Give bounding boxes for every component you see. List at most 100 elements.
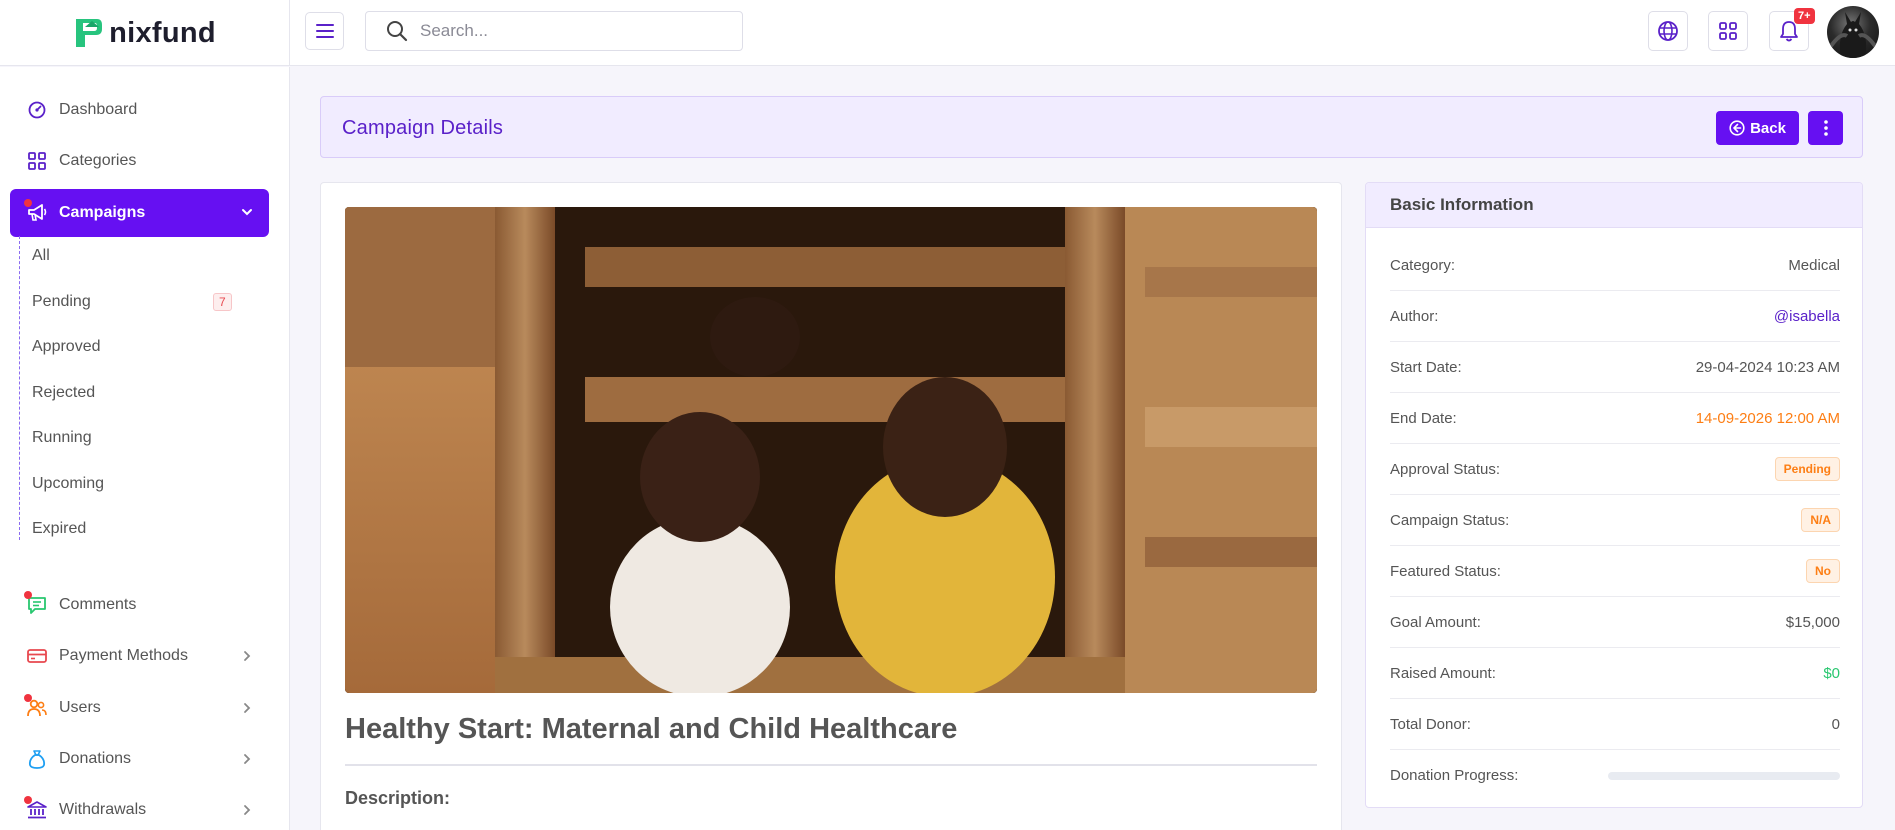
- notification-count-badge: 7+: [1794, 8, 1815, 24]
- total-donor-value: 0: [1831, 715, 1840, 733]
- info-row-goal-amount: Goal Amount: $15,000: [1390, 597, 1840, 648]
- sidebar-item-categories[interactable]: Categories: [10, 138, 269, 184]
- money-bag-icon: [27, 749, 47, 769]
- info-row-author: Author: @isabella: [1390, 291, 1840, 342]
- brand-logo[interactable]: nixfund: [0, 0, 290, 66]
- info-label: Total Donor:: [1390, 715, 1471, 733]
- info-label: Donation Progress:: [1390, 767, 1519, 784]
- info-row-campaign-status: Campaign Status: N/A: [1390, 495, 1840, 546]
- campaign-status-badge: N/A: [1801, 508, 1840, 532]
- sidebar-item-label: Users: [59, 699, 101, 716]
- info-label: Featured Status:: [1390, 562, 1501, 580]
- language-button[interactable]: [1648, 11, 1688, 51]
- sidebar: Dashboard Categories Campaigns All Pendi…: [0, 67, 290, 830]
- featured-status-badge: No: [1806, 559, 1840, 583]
- sidebar-item-withdrawals[interactable]: Withdrawals: [10, 787, 269, 830]
- info-row-featured-status: Featured Status: No: [1390, 546, 1840, 597]
- info-row-category: Category: Medical: [1390, 240, 1840, 291]
- info-label: Approval Status:: [1390, 460, 1501, 478]
- categories-grid-icon: [27, 151, 47, 171]
- back-button[interactable]: Back: [1716, 111, 1799, 145]
- goal-amount-value: $15,000: [1785, 613, 1840, 631]
- sidebar-item-payment-methods[interactable]: Payment Methods: [10, 633, 269, 679]
- alert-dot: [24, 796, 32, 804]
- end-date-value: 14-09-2026 12:00 AM: [1695, 409, 1840, 427]
- globe-icon: [1658, 21, 1678, 41]
- brand-name: nixfund: [109, 16, 216, 49]
- submenu-item-expired[interactable]: Expired: [32, 518, 86, 540]
- sidebar-item-comments[interactable]: Comments: [10, 582, 269, 628]
- comment-icon: [24, 591, 47, 615]
- dashboard-icon: [27, 100, 47, 120]
- info-label: Raised Amount:: [1390, 664, 1496, 682]
- alert-dot: [24, 694, 32, 702]
- raised-amount-value: $0: [1823, 664, 1840, 682]
- chevron-right-icon: [244, 651, 251, 661]
- sidebar-item-donations[interactable]: Donations: [10, 736, 269, 782]
- submenu-item-pending[interactable]: Pending: [32, 291, 91, 313]
- basic-info-card: Basic Information Category: Medical Auth…: [1365, 182, 1863, 808]
- search-input[interactable]: [420, 21, 720, 41]
- info-row-approval-status: Approval Status: Pending: [1390, 444, 1840, 495]
- info-row-start-date: Start Date: 29-04-2024 10:23 AM: [1390, 342, 1840, 393]
- donation-progress-bar: [1608, 771, 1840, 780]
- chevron-down-icon: [242, 209, 252, 216]
- info-label: Goal Amount:: [1390, 613, 1481, 631]
- info-row-donation-progress: Donation Progress:: [1390, 750, 1840, 801]
- users-icon: [24, 694, 47, 718]
- apps-button[interactable]: [1708, 11, 1748, 51]
- campaign-title: Healthy Start: Maternal and Child Health…: [345, 713, 958, 745]
- info-row-raised-amount: Raised Amount: $0: [1390, 648, 1840, 699]
- campaigns-submenu: All Pending 7 Approved Rejected Running …: [19, 236, 259, 540]
- submenu-item-upcoming[interactable]: Upcoming: [32, 473, 104, 495]
- sidebar-item-label: Categories: [59, 152, 137, 169]
- info-label: Start Date:: [1390, 358, 1462, 376]
- more-options-button[interactable]: [1808, 111, 1843, 145]
- circle-arrow-left-icon: [1729, 120, 1745, 136]
- notifications-button[interactable]: 7+: [1769, 8, 1815, 51]
- sidebar-item-users[interactable]: Users: [10, 685, 269, 731]
- sidebar-item-campaigns[interactable]: Campaigns: [10, 189, 269, 237]
- author-link[interactable]: @isabella: [1774, 308, 1840, 325]
- chevron-right-icon: [244, 754, 251, 764]
- chevron-right-icon: [244, 805, 251, 815]
- sidebar-item-label: Comments: [59, 596, 137, 613]
- info-label: Category:: [1390, 256, 1456, 274]
- search-bar: [365, 11, 743, 51]
- bank-icon: [24, 796, 47, 820]
- info-label: Campaign Status:: [1390, 511, 1510, 529]
- user-avatar[interactable]: [1827, 6, 1879, 58]
- sidebar-item-label: Dashboard: [59, 101, 138, 118]
- category-value: Medical: [1788, 256, 1840, 274]
- info-row-end-date: End Date: 14-09-2026 12:00 AM: [1390, 393, 1840, 444]
- top-header: nixfund Search... 7+: [0, 0, 1895, 66]
- sidebar-item-label: Campaigns: [59, 204, 146, 221]
- search-icon: [387, 21, 408, 42]
- description-label: Description:: [345, 788, 451, 808]
- submenu-item-rejected[interactable]: Rejected: [32, 382, 95, 404]
- pending-count-badge: 7: [213, 293, 232, 311]
- more-vertical-icon: [1823, 120, 1828, 136]
- info-label: End Date:: [1390, 409, 1457, 427]
- approval-status-badge: Pending: [1774, 457, 1840, 481]
- sidebar-item-dashboard[interactable]: Dashboard: [10, 87, 269, 133]
- megaphone-icon: [24, 199, 47, 223]
- logo-mark-icon: [76, 19, 103, 47]
- apps-grid-icon: [1719, 22, 1737, 40]
- sidebar-item-label: Payment Methods: [59, 647, 188, 664]
- sidebar-toggle-button[interactable]: [305, 12, 344, 50]
- campaign-detail-card: Healthy Start: Maternal and Child Health…: [320, 182, 1342, 830]
- page-title: Campaign Details: [342, 117, 504, 139]
- basic-info-heading: Basic Information: [1366, 183, 1862, 228]
- page-header: Campaign Details Back: [320, 96, 1863, 158]
- avatar-image: [1829, 12, 1877, 58]
- info-label: Author:: [1390, 307, 1439, 325]
- campaign-image: [345, 207, 1317, 693]
- info-row-total-donor: Total Donor: 0: [1390, 699, 1840, 750]
- submenu-item-running[interactable]: Running: [32, 427, 92, 449]
- submenu-item-all[interactable]: All: [32, 245, 50, 267]
- hamburger-icon: [315, 24, 334, 38]
- start-date-value: 29-04-2024 10:23 AM: [1695, 358, 1840, 376]
- alert-dot: [24, 591, 32, 599]
- submenu-item-approved[interactable]: Approved: [32, 336, 101, 358]
